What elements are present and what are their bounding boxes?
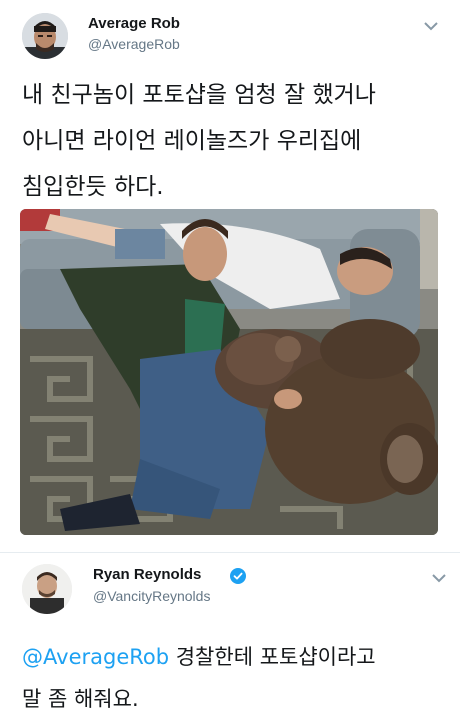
author-handle[interactable]: @AverageRob [88,36,180,52]
chevron-down-icon[interactable] [430,572,448,584]
reply-text: @AverageRob 경찰한테 포토샵이라고 말 좀 해줘요. [22,636,442,720]
tweet-text-line: 아니면 라이언 레이놀즈가 우리집에 [22,128,362,154]
avatar-average-rob[interactable] [22,13,68,59]
tweet-text-line: 내 친구놈이 포토샵을 엄청 잘 했거나 [22,82,376,108]
author-name[interactable]: Average Rob [88,15,180,32]
reply-text-fragment: 경찰한테 포토샵이라고 [169,645,376,669]
chevron-down-icon[interactable] [422,20,440,32]
avatar-ryan-reynolds[interactable] [22,564,72,614]
author-name[interactable]: Ryan Reynolds [93,566,201,583]
mention-link[interactable]: @AverageRob [22,645,169,669]
tweet-original: Average Rob @AverageRob 내 친구놈이 포토샵을 엄청 잘… [0,0,460,555]
reply-text-line: 말 좀 해줘요. [22,687,139,711]
tweet-divider [0,552,460,553]
reply-text-line: @AverageRob 경찰한테 포토샵이라고 [22,636,442,678]
author-handle[interactable]: @VancityReynolds [93,588,210,604]
tweet-text-line: 침입한듯 하다. [22,174,164,200]
tweet-photo[interactable] [20,209,438,535]
tweet-text: 내 친구놈이 포토샵을 엄청 잘 했거나 아니면 라이언 레이놀즈가 우리집에 … [22,72,442,210]
verified-badge-icon [230,568,246,584]
